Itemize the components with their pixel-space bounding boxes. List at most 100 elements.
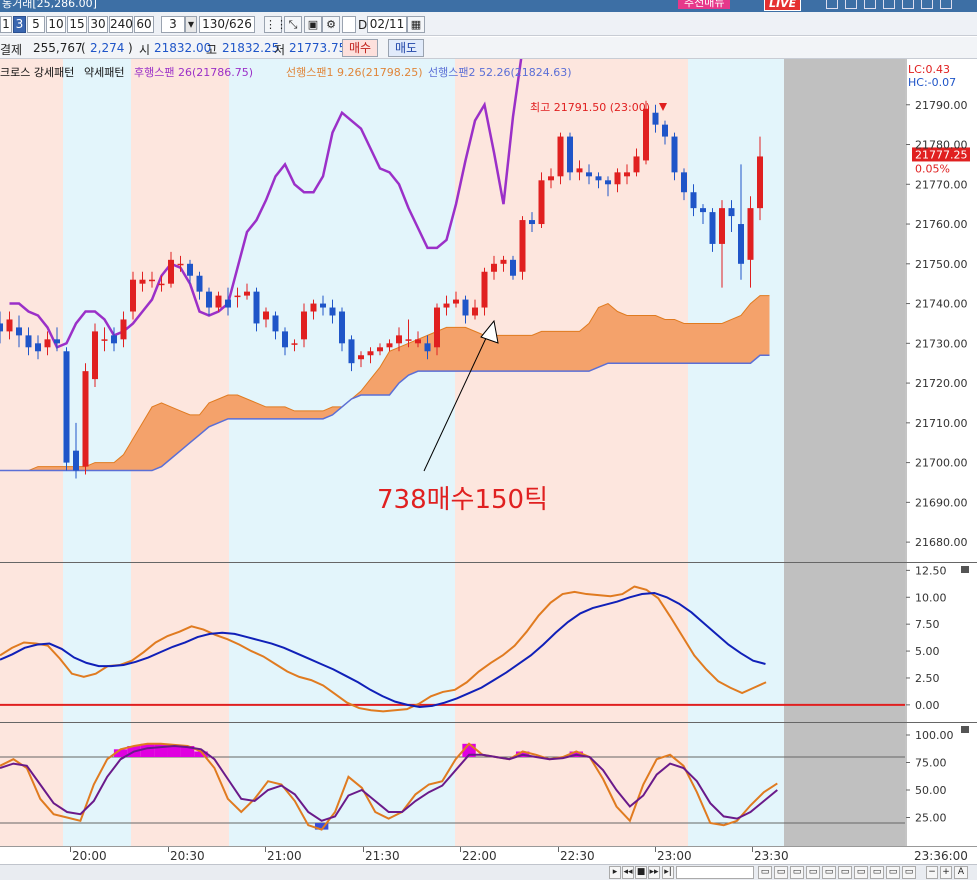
candle-body [101, 339, 108, 341]
buy-button[interactable]: 매수 [342, 39, 379, 57]
gear-icon[interactable]: ⚙ [322, 16, 340, 33]
view-icon-10[interactable]: ▭ [902, 866, 916, 879]
candle-body [310, 303, 317, 312]
window-restore-icon[interactable] [826, 0, 838, 9]
play-icon[interactable]: ▸ [609, 866, 621, 879]
candle-body [405, 339, 412, 341]
view-icon-7[interactable]: ▭ [854, 866, 868, 879]
zoom-in-icon[interactable]: + [940, 866, 952, 879]
price-tick-label: 21760.00 [915, 218, 968, 231]
auto-scale-icon[interactable]: A [954, 866, 968, 879]
count-display[interactable]: 130/626 [199, 16, 255, 33]
period-button-15[interactable]: 15 [67, 16, 87, 33]
candle-body [358, 355, 364, 360]
view-icon-8[interactable]: ▭ [870, 866, 884, 879]
maximize-icon[interactable] [921, 0, 933, 9]
pane-close-icon[interactable] [961, 726, 969, 733]
view-icon-6[interactable]: ▭ [838, 866, 852, 879]
time-tick [655, 847, 656, 852]
view-icon-9[interactable]: ▭ [886, 866, 900, 879]
zoom-out-icon[interactable]: − [926, 866, 938, 879]
candle-body [462, 299, 469, 316]
d-checkbox[interactable] [342, 16, 356, 33]
period-button-10[interactable]: 10 [46, 16, 66, 33]
pane-close-icon[interactable] [961, 566, 969, 573]
date-input[interactable]: 02/11 [367, 16, 407, 33]
candle-body [396, 335, 402, 344]
close-icon[interactable] [940, 0, 952, 9]
price-tick-label: 21770.00 [915, 178, 968, 191]
window-title: 동거래[25,286.00] [2, 0, 97, 10]
fast-forward-icon[interactable]: ▸▸ [648, 866, 660, 879]
candle-body [519, 220, 526, 272]
session-band [0, 59, 63, 846]
trade-note: 738매수150틱 [377, 485, 548, 515]
period-button-30[interactable]: 30 [88, 16, 108, 33]
candle-body [567, 136, 573, 173]
period-button-5[interactable]: 5 [27, 16, 45, 33]
candle-body [301, 311, 307, 340]
interval-select[interactable]: 3 [161, 16, 185, 33]
crosshair-icon[interactable]: ⤡ [284, 16, 302, 33]
candle-body [320, 303, 326, 308]
change-value: 2,274 [90, 41, 125, 55]
lc-label: LC:0.43 [908, 63, 950, 76]
view-icon-4[interactable]: ▭ [806, 866, 820, 879]
candle-body [662, 124, 668, 137]
candle-body [234, 295, 241, 298]
period-button-1[interactable]: 1 [0, 16, 12, 33]
period-button-240[interactable]: 240 [109, 16, 133, 33]
candle-body [386, 343, 393, 348]
candle-body [291, 343, 298, 345]
price-tick-label: 21680.00 [915, 536, 968, 549]
candle-body [491, 263, 497, 272]
title-bar: 동거래[25,286.00] 추천매뉴 LIVE [0, 0, 977, 12]
save-icon[interactable]: ▣ [304, 16, 322, 33]
sell-button[interactable]: 매도 [388, 39, 425, 57]
window-list-icon[interactable] [864, 0, 876, 9]
contract-label: 결제 [0, 43, 23, 57]
view-icon-1[interactable]: ▭ [758, 866, 772, 879]
candle-body [244, 291, 250, 296]
scroll-control-bar: ▸ ◂◂ ■ ▸▸ ▸| ▭ ▭ ▭ ▭ ▭ ▭ ▭ ▭ ▭ ▭ − + A [0, 864, 977, 880]
rewind-icon[interactable]: ◂◂ [622, 866, 634, 879]
candle-body [348, 339, 355, 364]
candle-body [643, 108, 649, 161]
step-forward-icon[interactable]: ▸| [662, 866, 674, 879]
candle-body [215, 295, 222, 308]
chart-toolbar: 1 3 5 10 15 30 240 60 3 ▾ 130/626 ⋮⋮ ⤡ ▣ ⚙ D 02… [0, 12, 977, 36]
candle-body [63, 351, 70, 463]
grid-icon[interactable]: ⋮⋮ [264, 16, 287, 33]
scroll-slider[interactable] [676, 866, 754, 879]
time-tick [460, 847, 461, 852]
d-label: D [358, 18, 368, 32]
view-icon-2[interactable]: ▭ [774, 866, 788, 879]
help-icon[interactable] [883, 0, 895, 9]
candle-body [633, 156, 640, 173]
low-value: 21773.75 [289, 41, 347, 55]
recommend-menu-button[interactable]: 추천매뉴 [678, 0, 731, 9]
candle-body [73, 450, 79, 471]
view-icon-3[interactable]: ▭ [790, 866, 804, 879]
period-button-60[interactable]: 60 [134, 16, 154, 33]
price-chart[interactable]: 21777.250.05%21790.0021780.0021770.00217… [0, 59, 977, 846]
chevron-down-icon[interactable]: ▾ [185, 16, 197, 33]
calendar-icon[interactable]: ▦ [407, 16, 425, 33]
candle-body [424, 343, 431, 352]
high-value: 21832.25 [222, 41, 280, 55]
candle-body [690, 192, 697, 209]
minimize-icon[interactable] [902, 0, 914, 9]
candle-body [82, 371, 89, 467]
time-tick [558, 847, 559, 852]
candle-body [44, 339, 51, 348]
stoch-overbought-fill [140, 743, 155, 757]
window-tile-icon[interactable] [845, 0, 857, 9]
volume-value: 255,767 [33, 41, 83, 55]
candle-body [652, 112, 659, 125]
live-button[interactable]: LIVE [764, 0, 802, 11]
candle-body [709, 212, 716, 244]
stop-icon[interactable]: ■ [635, 866, 647, 879]
period-button-3[interactable]: 3 [13, 16, 26, 33]
candle-body [35, 343, 41, 352]
view-icon-5[interactable]: ▭ [822, 866, 836, 879]
